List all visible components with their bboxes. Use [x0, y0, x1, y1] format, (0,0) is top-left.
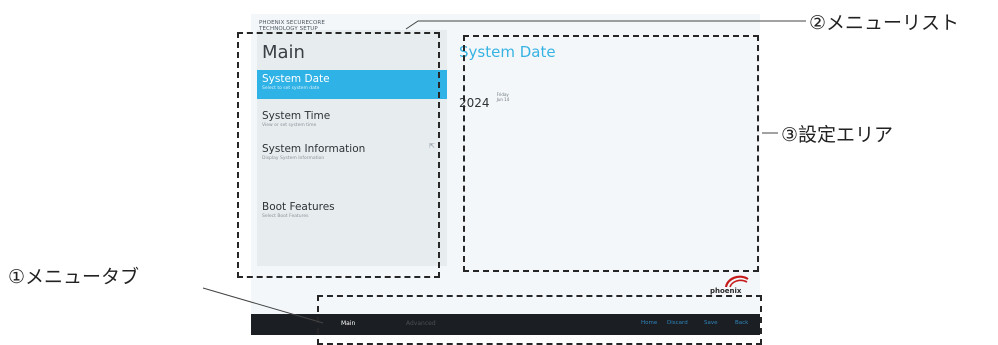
- callout-setting-area: ③設定エリア: [781, 124, 894, 146]
- callout-leader-lines: [202, 20, 806, 324]
- callout-menu-list: ②メニューリスト: [809, 12, 960, 34]
- callout-menu-tab: ①メニュータブ: [8, 266, 140, 288]
